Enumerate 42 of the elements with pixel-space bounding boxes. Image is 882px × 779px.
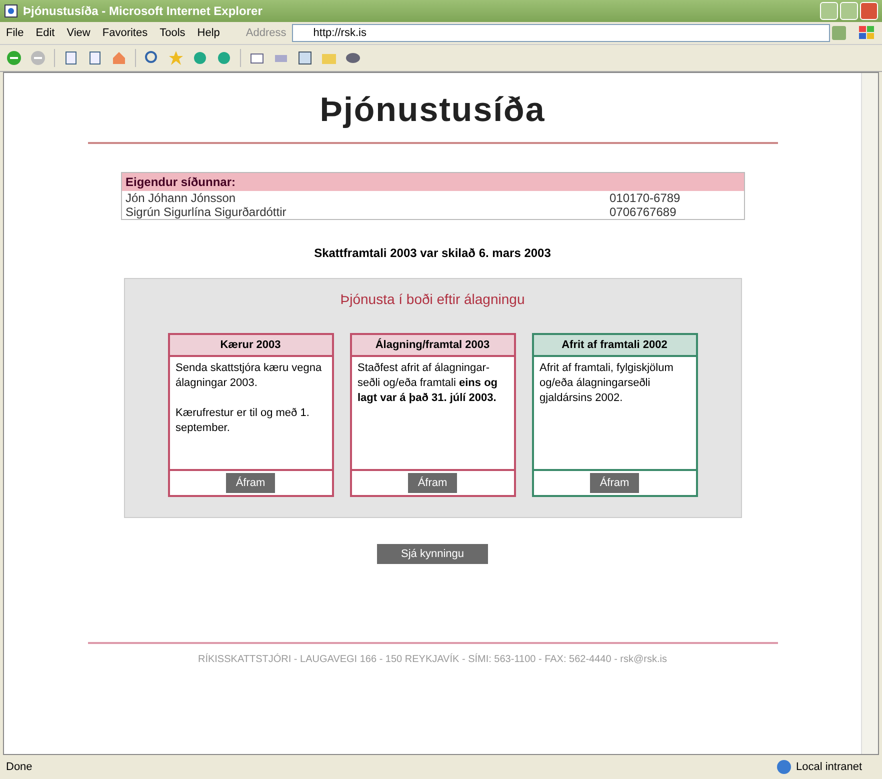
site-logo: Þjónustusíða: [320, 90, 546, 131]
footer-text: RÍKISSKATTSTJÓRI - LAUGAVEGI 166 - 150 REYKJAVÍK - SÍMI: 563-1100 - FAX: 562-4440 - rsk@rsk.is: [198, 654, 667, 665]
zone-text: Local intranet: [796, 761, 864, 773]
menu-item[interactable]: View: [66, 27, 90, 39]
table-cell-text: 010170-6789: [610, 191, 682, 205]
table-cell: Jón Jóhann Jónsson: [126, 191, 236, 205]
card-title: Afrit af framtali 2002: [534, 335, 696, 357]
continue-button[interactable]: Áfram: [408, 473, 458, 493]
menu-item[interactable]: Tools: [160, 27, 186, 39]
panel-heading: Þjónusta í boði eftir álagningu: [340, 291, 525, 307]
window-title: Þjónustusíða - Microsoft Internet Explorer: [23, 4, 262, 18]
card-text: Senda skattstjóra kæru vegna álagningar 2003.: [176, 361, 323, 391]
status-text: Done: [6, 761, 32, 773]
windows-logo-icon: [858, 25, 876, 41]
doc-icon[interactable]: [63, 50, 79, 66]
card-title: Kærur 2003: [170, 335, 332, 357]
continue-button[interactable]: Áfram: [226, 473, 276, 493]
star-icon[interactable]: [168, 50, 184, 66]
home-icon[interactable]: [111, 50, 127, 66]
card-text: Afrit af framtali, fylgiskjölum og/eða álagningarseðli gjaldársins 2002.: [540, 361, 674, 406]
table-cell-text: 0706767689: [610, 205, 678, 219]
scrollbar[interactable]: [861, 73, 878, 754]
table-cell: Sigrún Sigurlína Sigurðardóttir: [126, 205, 286, 219]
card-text: Staðfest afrit af álagningar-seðli og/eða framtali eins og lagt var á það 31. júlí 2003.: [358, 361, 499, 406]
menu-item[interactable]: Edit: [36, 27, 55, 39]
browser-icon: [4, 4, 18, 18]
minimize-button[interactable]: [820, 2, 838, 20]
table-header: Eigendur síðunnar:: [122, 173, 744, 191]
window-icon[interactable]: [297, 50, 313, 66]
menu-item[interactable]: Help: [197, 27, 220, 39]
continue-button[interactable]: Áfram: [590, 473, 640, 493]
close-button[interactable]: [860, 2, 878, 20]
maximize-button[interactable]: [840, 2, 858, 20]
menu-item[interactable]: Favorites: [102, 27, 148, 39]
notice-text: Skattframtali 2003 var skilað 6. mars 2003: [314, 246, 551, 260]
intro-button[interactable]: Sjá kynningu: [377, 544, 488, 564]
card-title: Álagning/framtal 2003: [352, 335, 514, 357]
card-text: Kærufrestur er til og með 1. september.: [176, 406, 310, 436]
address-field[interactable]: http://rsk.is: [292, 24, 830, 42]
address-label: Address: [246, 27, 286, 39]
menu-item[interactable]: File: [6, 27, 24, 39]
doc-icon[interactable]: [87, 50, 103, 66]
